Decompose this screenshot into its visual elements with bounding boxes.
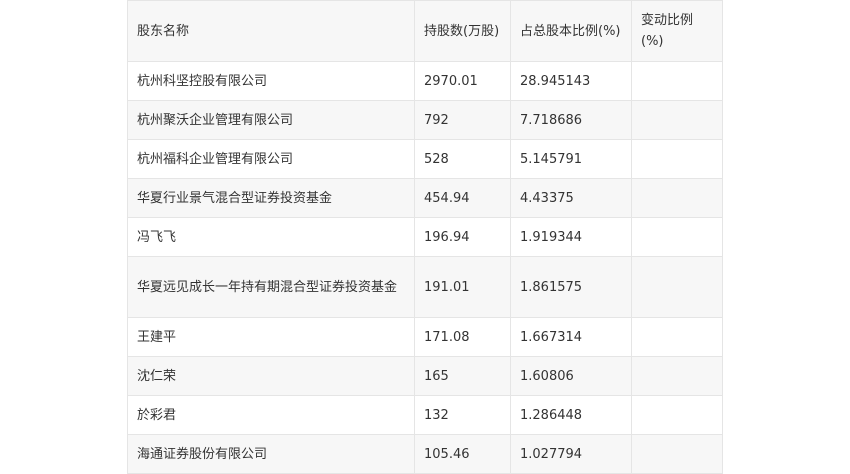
cell-change-ratio [631, 178, 723, 218]
table-row: 华夏远见成长一年持有期混合型证券投资基金 191.01 1.861575 [127, 256, 723, 318]
cell-change-ratio [631, 395, 723, 435]
cell-shareholder-name: 华夏远见成长一年持有期混合型证券投资基金 [127, 256, 415, 318]
cell-share-ratio: 1.861575 [510, 256, 632, 318]
table-row: 海通证券股份有限公司 105.46 1.027794 [127, 434, 723, 474]
cell-shareholder-name: 於彩君 [127, 395, 415, 435]
cell-change-ratio [631, 61, 723, 101]
cell-shares-held: 196.94 [414, 217, 511, 257]
cell-shareholder-name: 沈仁荣 [127, 356, 415, 396]
cell-shares-held: 165 [414, 356, 511, 396]
table-row: 华夏行业景气混合型证券投资基金 454.94 4.43375 [127, 178, 723, 218]
header-change-ratio: 变动比例(%) [631, 0, 723, 62]
cell-shares-held: 105.46 [414, 434, 511, 474]
cell-share-ratio: 28.945143 [510, 61, 632, 101]
cell-change-ratio [631, 256, 723, 318]
cell-shares-held: 792 [414, 100, 511, 140]
cell-shareholder-name: 杭州科坚控股有限公司 [127, 61, 415, 101]
cell-share-ratio: 7.718686 [510, 100, 632, 140]
cell-share-ratio: 1.667314 [510, 317, 632, 357]
cell-change-ratio [631, 100, 723, 140]
header-shares-held: 持股数(万股) [414, 0, 511, 62]
cell-shareholder-name: 杭州聚沃企业管理有限公司 [127, 100, 415, 140]
cell-change-ratio [631, 139, 723, 179]
cell-change-ratio [631, 217, 723, 257]
cell-shareholder-name: 海通证券股份有限公司 [127, 434, 415, 474]
cell-shareholder-name: 王建平 [127, 317, 415, 357]
cell-change-ratio [631, 434, 723, 474]
shareholder-table: 股东名称 持股数(万股) 占总股本比例(%) 变动比例(%) 杭州科坚控股有限公… [127, 0, 723, 474]
cell-shares-held: 132 [414, 395, 511, 435]
cell-shareholder-name: 杭州福科企业管理有限公司 [127, 139, 415, 179]
cell-shares-held: 528 [414, 139, 511, 179]
cell-share-ratio: 1.286448 [510, 395, 632, 435]
table-row: 冯飞飞 196.94 1.919344 [127, 217, 723, 257]
cell-shares-held: 454.94 [414, 178, 511, 218]
cell-share-ratio: 4.43375 [510, 178, 632, 218]
cell-shares-held: 191.01 [414, 256, 511, 318]
cell-shares-held: 171.08 [414, 317, 511, 357]
header-shareholder-name: 股东名称 [127, 0, 415, 62]
cell-share-ratio: 1.60806 [510, 356, 632, 396]
shareholder-table-container: 股东名称 持股数(万股) 占总股本比例(%) 变动比例(%) 杭州科坚控股有限公… [127, 0, 723, 474]
table-row: 杭州福科企业管理有限公司 528 5.145791 [127, 139, 723, 179]
cell-shareholder-name: 华夏行业景气混合型证券投资基金 [127, 178, 415, 218]
table-row: 杭州科坚控股有限公司 2970.01 28.945143 [127, 61, 723, 101]
cell-share-ratio: 1.027794 [510, 434, 632, 474]
table-row: 杭州聚沃企业管理有限公司 792 7.718686 [127, 100, 723, 140]
cell-share-ratio: 1.919344 [510, 217, 632, 257]
table-row: 於彩君 132 1.286448 [127, 395, 723, 435]
table-row: 王建平 171.08 1.667314 [127, 317, 723, 357]
header-share-ratio: 占总股本比例(%) [510, 0, 632, 62]
cell-share-ratio: 5.145791 [510, 139, 632, 179]
cell-shares-held: 2970.01 [414, 61, 511, 101]
table-header-row: 股东名称 持股数(万股) 占总股本比例(%) 变动比例(%) [127, 0, 723, 62]
cell-change-ratio [631, 356, 723, 396]
cell-shareholder-name: 冯飞飞 [127, 217, 415, 257]
cell-change-ratio [631, 317, 723, 357]
table-row: 沈仁荣 165 1.60806 [127, 356, 723, 396]
